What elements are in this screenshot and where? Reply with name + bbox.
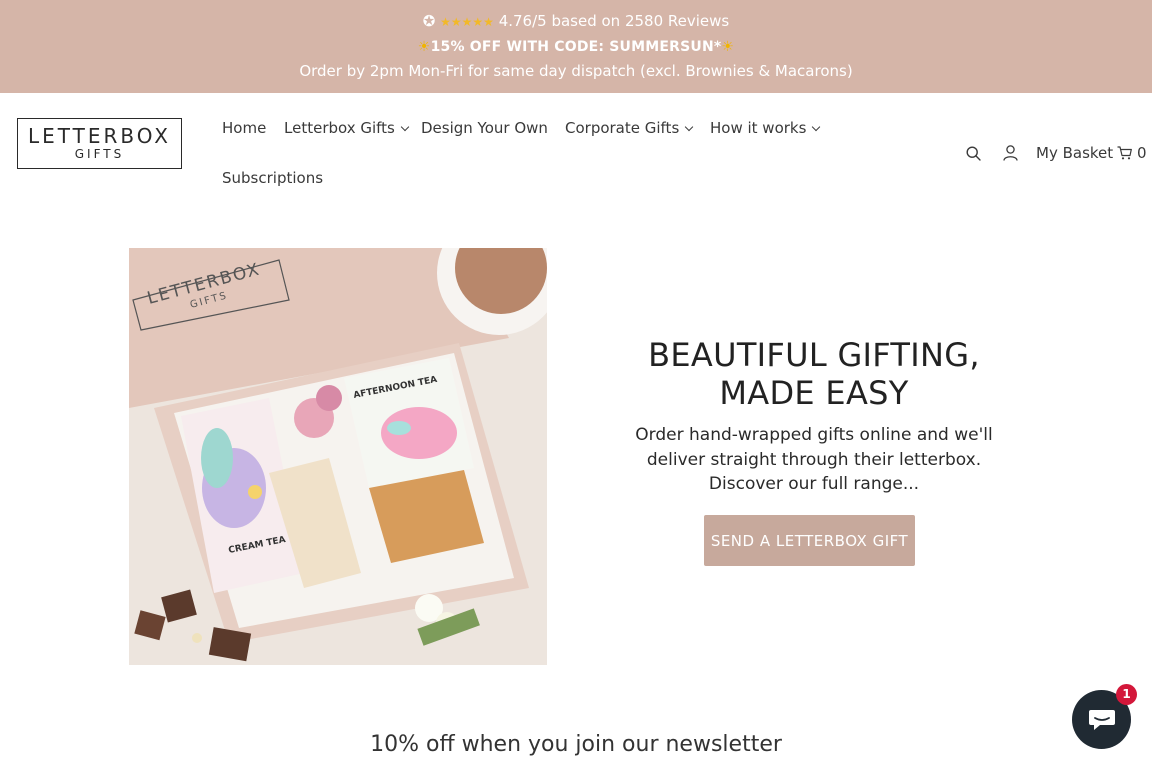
- dispatch-text: Order by 2pm Mon-Fri for same day dispat…: [299, 62, 853, 80]
- nav-label: Home: [222, 119, 267, 137]
- sun-icon: ☀: [417, 39, 431, 55]
- star-circle-icon: ✪: [422, 12, 436, 30]
- rating-stars: ★★★★★: [440, 15, 494, 29]
- rating-line[interactable]: ✪ ★★★★★ 4.76/5 based on 2580 Reviews: [0, 11, 1152, 32]
- chevron-down-icon: [812, 122, 821, 132]
- nav-label: Subscriptions: [222, 169, 324, 187]
- nav-home[interactable]: Home: [222, 118, 266, 138]
- promo-line: ☀15% OFF WITH CODE: SUMMERSUN*☀: [0, 37, 1152, 57]
- chevron-down-icon: [400, 122, 410, 132]
- basket-link[interactable]: My Basket 0: [1036, 143, 1146, 163]
- announcement-bar: ✪ ★★★★★ 4.76/5 based on 2580 Reviews ☀15…: [0, 0, 1152, 93]
- nav-corporate-gifts[interactable]: Corporate Gifts: [565, 118, 694, 138]
- hero-image: LETTERBOX GIFTS AFTERNOON TEA CREAM TEA: [129, 248, 547, 665]
- sun-icon: ☀: [721, 39, 735, 55]
- chevron-down-icon: [685, 122, 694, 132]
- user-icon[interactable]: [1003, 145, 1018, 161]
- nav-label: How it works: [710, 119, 807, 137]
- newsletter-heading: 10% off when you join our newsletter: [370, 732, 782, 757]
- nav-label: Letterbox Gifts: [284, 119, 395, 137]
- site-logo[interactable]: LETTERBOX GIFTS: [17, 118, 182, 169]
- logo-main-text: LETTERBOX: [28, 124, 171, 148]
- nav-letterbox-gifts[interactable]: Letterbox Gifts: [284, 118, 410, 138]
- gift-box-illustration: LETTERBOX GIFTS AFTERNOON TEA CREAM TEA: [129, 248, 547, 665]
- send-gift-button[interactable]: SEND A LETTERBOX GIFT: [704, 515, 915, 566]
- chat-notification-badge: 1: [1116, 684, 1137, 705]
- nav-label: Design Your Own: [421, 119, 548, 137]
- logo-sub-text: GIFTS: [74, 147, 125, 161]
- chat-bubble-icon: [1089, 710, 1115, 730]
- nav-design-your-own[interactable]: Design Your Own: [421, 118, 548, 138]
- rating-text: 4.76/5 based on 2580 Reviews: [498, 12, 730, 30]
- basket-count: 0: [1136, 144, 1147, 162]
- nav-subscriptions[interactable]: Subscriptions: [222, 168, 323, 188]
- nav-label: Corporate Gifts: [565, 119, 680, 137]
- basket-label: My Basket: [1036, 144, 1114, 162]
- promo-text: 15% OFF WITH CODE: SUMMERSUN*: [430, 39, 722, 55]
- hero-title: BEAUTIFUL GIFTING, MADE EASY: [648, 336, 980, 412]
- hero-description: Order hand-wrapped gifts online and we'l…: [635, 425, 993, 494]
- cart-icon: [1117, 146, 1133, 160]
- nav-how-it-works[interactable]: How it works: [710, 118, 821, 138]
- search-icon[interactable]: [966, 146, 981, 161]
